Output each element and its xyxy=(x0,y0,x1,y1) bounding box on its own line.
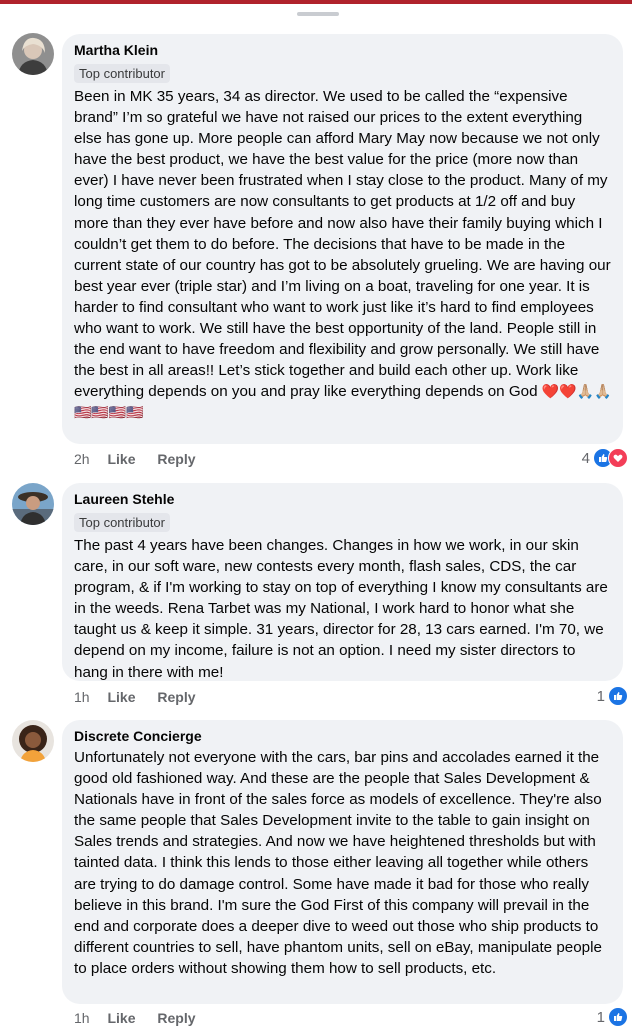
reaction-count: 1 xyxy=(596,1008,605,1026)
thumbs-up-icon xyxy=(608,1007,628,1027)
reaction-summary[interactable]: 1 xyxy=(597,686,628,706)
thumbs-up-icon xyxy=(608,686,628,706)
top-contributor-badge: Top contributor xyxy=(74,64,170,83)
comment-time[interactable]: 2h xyxy=(74,451,90,467)
like-button[interactable]: Like xyxy=(107,689,135,705)
comment-text: Unfortunately not everyone with the cars… xyxy=(74,749,602,977)
reaction-summary[interactable]: 4 xyxy=(582,448,628,468)
comment-author[interactable]: Discrete Concierge xyxy=(74,728,613,745)
reply-button[interactable]: Reply xyxy=(157,451,195,467)
comment-bubble: Discrete Concierge Unfortunately not eve… xyxy=(62,720,623,1004)
comment-author[interactable]: Laureen Stehle xyxy=(74,491,613,508)
comment-actions: 2h Like Reply xyxy=(74,451,214,467)
reaction-summary[interactable]: 1 xyxy=(597,1007,628,1027)
avatar[interactable] xyxy=(12,483,54,525)
comment-text: Been in MK 35 years, 34 as director. We … xyxy=(74,88,612,421)
reaction-count: 1 xyxy=(596,687,605,705)
reply-button[interactable]: Reply xyxy=(157,689,195,705)
comment-time[interactable]: 1h xyxy=(74,689,90,705)
comment-author[interactable]: Martha Klein xyxy=(74,42,613,59)
avatar[interactable] xyxy=(12,720,54,762)
sheet-drag-handle[interactable] xyxy=(297,12,339,16)
comment-actions: 1h Like Reply xyxy=(74,689,214,705)
avatar[interactable] xyxy=(12,33,54,75)
like-button[interactable]: Like xyxy=(107,451,135,467)
top-contributor-badge: Top contributor xyxy=(74,513,170,532)
top-red-strip xyxy=(0,0,632,4)
comment-text: The past 4 years have been changes. Chan… xyxy=(74,537,608,681)
heart-icon xyxy=(608,448,628,468)
reaction-count: 4 xyxy=(581,449,590,467)
comment-bubble: Martha Klein Top contributor Been in MK … xyxy=(62,34,623,444)
comment-bubble: Laureen Stehle Top contributor The past … xyxy=(62,483,623,681)
